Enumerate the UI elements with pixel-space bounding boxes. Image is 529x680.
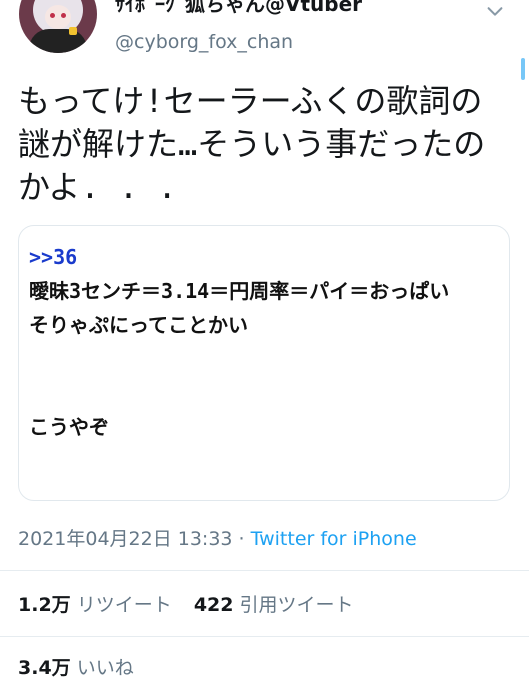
quote-line-1: 曖昧3センチ＝3.14＝円周率＝パイ＝おっぱい — [29, 279, 450, 303]
retweets-count[interactable]: 1.2万 — [18, 594, 71, 616]
divider — [0, 636, 529, 637]
avatar-eye — [50, 13, 55, 18]
quote-card[interactable]: >>36 曖昧3センチ＝3.14＝円周率＝パイ＝おっぱい そりゃぷにってことかい… — [18, 225, 510, 501]
retweet-stats: 1.2万 リツイート 422 引用ツイート — [18, 590, 354, 617]
quote-line-2: そりゃぷにってことかい — [29, 313, 248, 337]
avatar-body — [29, 29, 87, 53]
chevron-down-icon[interactable] — [484, 0, 506, 22]
like-stats: 3.4万 いいね — [18, 653, 134, 680]
tweet-text: もってけ!セーラーふくの歌詞の 謎が解けた…そういう事だったの かよ. . . — [18, 82, 486, 206]
divider — [0, 570, 529, 571]
quote-reference-link[interactable]: >>36 — [29, 245, 77, 269]
scroll-indicator — [521, 58, 525, 80]
avatar-badge — [69, 27, 77, 35]
avatar-face — [45, 5, 71, 29]
user-handle[interactable]: @cyborg_fox_chan — [115, 31, 293, 53]
likes-count[interactable]: 3.4万 — [18, 657, 71, 679]
quotes-count[interactable]: 422 — [194, 594, 234, 616]
tweet-header: ｻｲﾎﾞｰｸﾞ狐ちゃん@Vtuber @cyborg_fox_chan — [0, 0, 529, 80]
avatar[interactable] — [19, 0, 97, 53]
retweets-label[interactable]: リツイート — [77, 594, 172, 616]
likes-label[interactable]: いいね — [77, 657, 134, 679]
quote-text: >>36 曖昧3センチ＝3.14＝円周率＝パイ＝おっぱい そりゃぷにってことかい… — [29, 240, 449, 444]
meta-separator: · — [232, 528, 251, 550]
display-name[interactable]: ｻｲﾎﾞｰｸﾞ狐ちゃん@Vtuber — [115, 0, 362, 17]
quote-line-3: こうやぞ — [29, 415, 109, 439]
avatar-eye — [61, 13, 66, 18]
timestamp[interactable]: 2021年04月22日 13:33 — [18, 528, 233, 550]
quotes-label[interactable]: 引用ツイート — [240, 594, 354, 616]
tweet-meta: 2021年04月22日 13:33 · Twitter for iPhone — [18, 524, 417, 551]
source-link[interactable]: Twitter for iPhone — [251, 528, 417, 550]
